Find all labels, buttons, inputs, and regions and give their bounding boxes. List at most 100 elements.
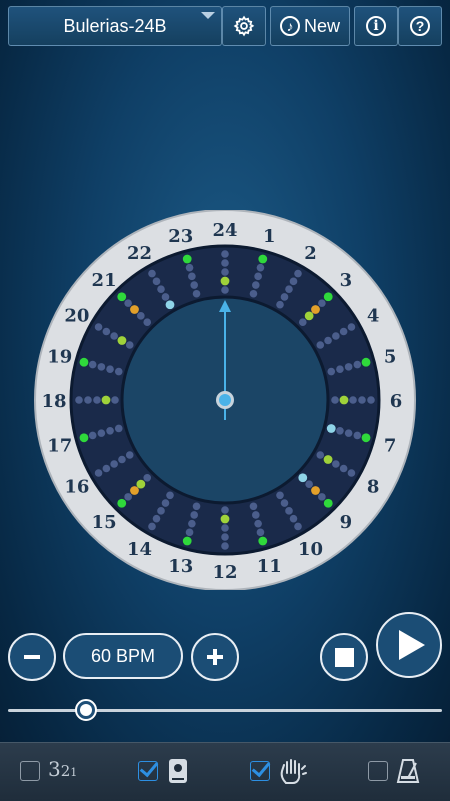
beat-dot — [361, 433, 371, 443]
beat-dot — [221, 259, 229, 267]
beat-dot — [75, 396, 83, 404]
beat-dot — [276, 491, 284, 500]
beat-dot — [256, 528, 265, 537]
beat-dot — [221, 524, 229, 532]
beat-dot — [93, 396, 101, 404]
beat-label-8: 8 — [367, 477, 380, 498]
beat-dot — [254, 519, 262, 528]
beat-dot — [318, 493, 326, 501]
beat-label-9: 9 — [340, 512, 353, 533]
minus-icon — [24, 655, 40, 659]
beat-dot — [323, 292, 333, 302]
beat-dot — [289, 514, 298, 523]
beat-dot — [332, 332, 340, 340]
play-button[interactable] — [376, 612, 442, 678]
beat-dot — [165, 300, 175, 310]
tempo-increase-button[interactable] — [191, 633, 239, 681]
cajon-icon — [169, 759, 187, 783]
beat-dot — [327, 367, 336, 376]
tempo-decrease-button[interactable] — [8, 633, 56, 681]
tempo-slider[interactable] — [8, 699, 442, 722]
new-rhythm-button[interactable]: ♪ New — [270, 6, 350, 46]
settings-button[interactable] — [222, 6, 266, 46]
beat-dot — [285, 285, 293, 293]
beat-dot — [84, 396, 92, 404]
cajon-checkbox[interactable] — [138, 761, 158, 781]
beat-dot — [117, 292, 127, 302]
beat-dot — [349, 396, 357, 404]
beat-dot — [339, 464, 348, 473]
beat-dot — [102, 464, 111, 473]
beat-dot — [157, 285, 165, 293]
beat-dot — [323, 455, 333, 464]
beat-dot — [125, 451, 134, 459]
beat-dot — [221, 286, 229, 294]
count-in-icon: 321 — [48, 757, 78, 781]
hand-clap-checkbox[interactable] — [250, 761, 270, 781]
beat-dot — [251, 511, 260, 519]
beat-dot — [166, 491, 174, 500]
beat-dot — [124, 493, 132, 501]
beat-dot — [88, 431, 97, 440]
beat-dot — [130, 486, 139, 495]
beat-dot — [124, 299, 132, 307]
count-in-checkbox[interactable] — [20, 761, 40, 781]
slider-thumb[interactable] — [75, 699, 98, 721]
beat-dot — [294, 522, 302, 531]
beat-label-5: 5 — [384, 347, 397, 368]
beat-dot — [353, 431, 362, 440]
beat-label-6: 6 — [390, 391, 403, 412]
beat-dot — [258, 254, 268, 264]
preset-selector[interactable]: Bulerias-24B — [8, 6, 222, 46]
gear-icon — [233, 15, 255, 37]
beat-label-13: 13 — [168, 556, 193, 577]
metronome-checkbox[interactable] — [368, 761, 388, 781]
beat-label-1: 1 — [263, 226, 276, 247]
beat-dot — [185, 528, 194, 537]
play-icon — [399, 630, 425, 660]
beat-dot — [188, 272, 196, 281]
beat-dot — [102, 327, 111, 336]
beat-dot — [190, 281, 199, 289]
bpm-value: 60 BPM — [90, 645, 156, 666]
metronome-icon — [396, 759, 420, 783]
bottom-options-bar: 321 — [0, 742, 450, 801]
beat-dot — [294, 269, 302, 278]
beat-dot — [324, 336, 332, 345]
beat-dot — [316, 341, 325, 349]
beat-dot — [161, 293, 170, 301]
beat-dot — [251, 281, 260, 289]
beat-dot — [304, 311, 314, 321]
cajon-option[interactable] — [138, 757, 190, 785]
beat-dot — [190, 511, 199, 519]
help-button[interactable]: ? — [398, 6, 442, 46]
beat-dot — [305, 480, 313, 488]
beat-dot — [192, 502, 201, 511]
rhythm-dial[interactable]: 1234567891011121314151617181920212223 24 — [0, 210, 450, 590]
beat-dot — [285, 507, 293, 515]
beat-label-2: 2 — [304, 243, 317, 264]
hand-clap-option[interactable] — [250, 757, 308, 785]
beat-dot — [280, 499, 289, 507]
metronome-option[interactable] — [368, 757, 420, 785]
beat-dot — [289, 277, 298, 286]
beat-label-24: 24 — [212, 220, 237, 241]
bpm-display[interactable]: 60 BPM — [63, 633, 183, 679]
beat-dot — [117, 336, 127, 345]
stop-icon — [334, 647, 354, 667]
beat-dot — [114, 424, 123, 433]
count-in-option[interactable]: 321 — [20, 757, 77, 785]
beat-label-10: 10 — [298, 539, 323, 560]
beat-label-22: 22 — [127, 243, 152, 264]
beat-dot — [220, 514, 230, 524]
beat-dot — [258, 536, 268, 546]
info-button[interactable]: i — [354, 6, 398, 46]
beat-dot — [94, 323, 103, 331]
beat-dot — [79, 433, 89, 443]
beat-dot — [110, 332, 118, 340]
beat-label-23: 23 — [168, 226, 193, 247]
beat-dot — [188, 519, 196, 528]
beat-dot — [101, 395, 111, 405]
beat-dot — [254, 272, 262, 281]
stop-button[interactable] — [320, 633, 368, 681]
